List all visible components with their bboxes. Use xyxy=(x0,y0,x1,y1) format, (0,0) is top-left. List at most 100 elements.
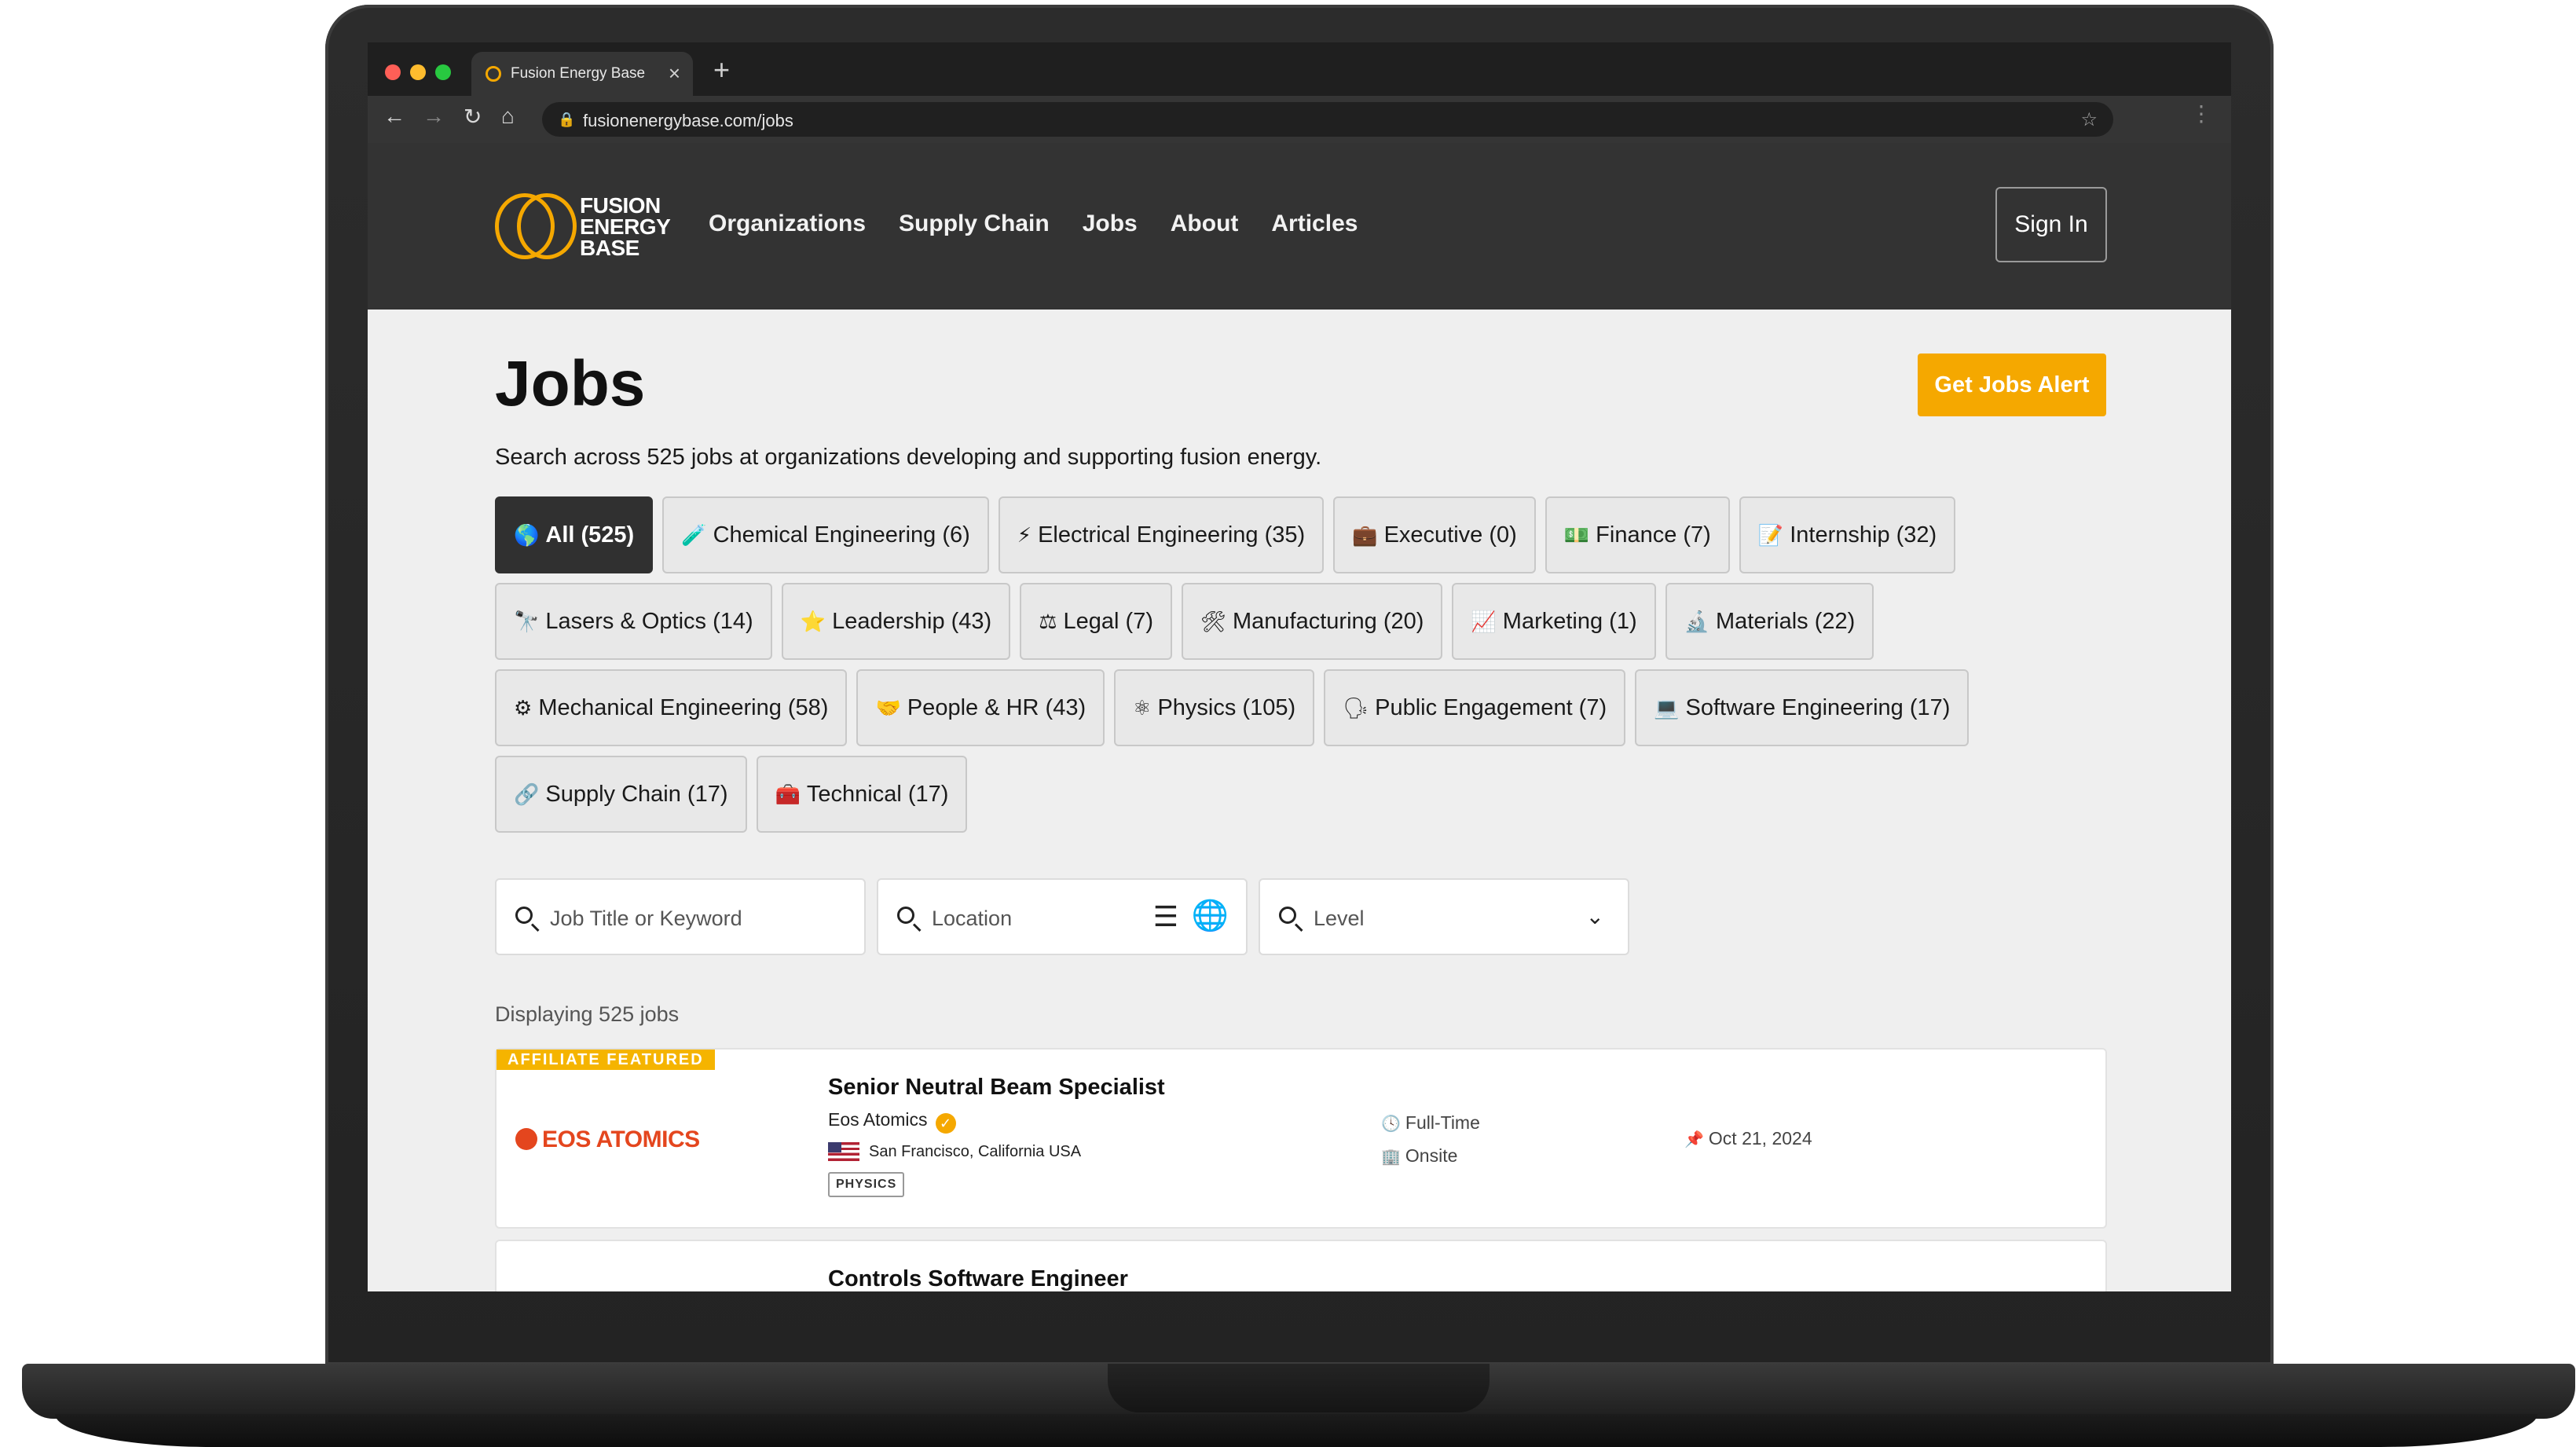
finance-icon: 💵 xyxy=(1563,522,1590,547)
category-chip-executive[interactable]: 💼 Executive (0) xyxy=(1333,496,1536,573)
job-type: 🕓 Full-Time xyxy=(1381,1112,1480,1134)
all-icon: 🌎 xyxy=(514,522,540,547)
category-chip-leadership[interactable]: ⭐ Leadership (43) xyxy=(781,583,1011,660)
logo-text: FUSION ENERGY BASE xyxy=(580,193,671,260)
category-chip-electrical-engineering[interactable]: ⚡ Electrical Engineering (35) xyxy=(998,496,1325,573)
job-title[interactable]: Senior Neutral Beam Specialist xyxy=(828,1075,1165,1101)
category-chip-label: Lasers & Optics (14) xyxy=(545,608,753,634)
category-chip-public-engagement[interactable]: 🗣 Public Engagement (7) xyxy=(1324,669,1626,746)
company-name-text: Eos Atomics xyxy=(828,1109,928,1130)
category-filters: 🌎 All (525) 🧪 Chemical Engineering (6) ⚡ Elec… xyxy=(495,496,2113,842)
results-count: Displaying 525 jobs xyxy=(495,1002,680,1026)
address-bar[interactable]: 🔒 fusionenergybase.com/jobs ☆ xyxy=(542,102,2113,137)
new-tab-icon[interactable]: + xyxy=(713,53,730,86)
category-chip-label: Technical (17) xyxy=(806,781,949,807)
category-chip-label: Software Engineering (17) xyxy=(1685,694,1951,720)
clock-icon: 🕓 xyxy=(1381,1115,1401,1133)
category-chip-materials[interactable]: 🔬 Materials (22) xyxy=(1665,583,1874,660)
browser-tab[interactable]: Fusion Energy Base × xyxy=(471,52,693,96)
category-chip-finance[interactable]: 💵 Finance (7) xyxy=(1545,496,1730,573)
technical-icon: 🧰 xyxy=(775,782,801,806)
category-chip-software-engineering[interactable]: 💻 Software Engineering (17) xyxy=(1635,669,1970,746)
close-window-button[interactable] xyxy=(385,64,401,80)
back-icon[interactable]: ← xyxy=(383,104,405,129)
public-engagement-icon: 🗣 xyxy=(1343,695,1369,720)
category-chip-label: Manufacturing (20) xyxy=(1233,608,1424,634)
nav-about[interactable]: About xyxy=(1171,211,1239,237)
category-chip-lasers-optics[interactable]: 🔭 Lasers & Optics (14) xyxy=(495,583,772,660)
location-search-input[interactable] xyxy=(930,899,1138,938)
tab-close-icon[interactable]: × xyxy=(669,61,680,86)
category-chip-supply-chain[interactable]: 🔗 Supply Chain (17) xyxy=(495,756,747,833)
category-chip-label: Materials (22) xyxy=(1716,608,1856,634)
home-icon[interactable]: ⌂ xyxy=(501,104,515,129)
category-chip-chemical-engineering[interactable]: 🧪 Chemical Engineering (6) xyxy=(662,496,989,573)
featured-ribbon: AFFILIATE FEATURED xyxy=(497,1050,715,1070)
list-view-icon[interactable]: ☰ xyxy=(1153,900,1178,933)
category-chip-label: Legal (7) xyxy=(1063,608,1153,634)
category-row: 🔗 Supply Chain (17) 🧰 Technical (17) xyxy=(495,756,2113,833)
job-mode-text: Onsite xyxy=(1405,1145,1458,1166)
sign-in-button[interactable]: Sign In xyxy=(1995,187,2107,262)
site-logo[interactable]: FUSION ENERGY BASE xyxy=(495,193,683,259)
job-location: San Francisco, California USA xyxy=(828,1142,1081,1161)
category-chip-internship[interactable]: 📝 Internship (32) xyxy=(1739,496,1956,573)
bookmark-star-icon[interactable]: ☆ xyxy=(2080,108,2098,131)
category-tag: PHYSICS xyxy=(828,1172,905,1197)
category-chip-mechanical-engineering[interactable]: ⚙ Mechanical Engineering (58) xyxy=(495,669,848,746)
location-filter[interactable]: ☰ 🌐 xyxy=(877,878,1248,955)
nav-articles[interactable]: Articles xyxy=(1271,211,1358,237)
nav-supply-chain[interactable]: Supply Chain xyxy=(899,211,1050,237)
reload-icon[interactable]: ↻ xyxy=(464,104,482,130)
category-chip-technical[interactable]: 🧰 Technical (17) xyxy=(756,756,968,833)
main-nav: Organizations Supply Chain Jobs About Ar… xyxy=(709,211,1358,237)
level-filter[interactable]: ⌄ xyxy=(1259,878,1629,955)
category-chip-label: Chemical Engineering (6) xyxy=(713,522,970,548)
url-text[interactable]: fusionenergybase.com/jobs xyxy=(583,111,793,131)
maximize-window-button[interactable] xyxy=(435,64,451,80)
get-jobs-alert-button[interactable]: Get Jobs Alert xyxy=(1918,354,2106,416)
internship-icon: 📝 xyxy=(1757,522,1784,547)
electrical-engineering-icon: ⚡ xyxy=(1017,522,1032,547)
search-filters: ☰ 🌐 ⌄ xyxy=(495,878,1629,955)
legal-icon: ⚖ xyxy=(1039,609,1057,633)
level-select[interactable] xyxy=(1312,899,1551,938)
company-name[interactable]: Eos Atomics ✓ xyxy=(828,1109,956,1134)
category-chip-people-hr[interactable]: 🤝 People & HR (43) xyxy=(856,669,1105,746)
category-chip-label: Marketing (1) xyxy=(1502,608,1637,634)
site-header: FUSION ENERGY BASE Organizations Supply … xyxy=(368,143,2231,310)
minimize-window-button[interactable] xyxy=(410,64,426,80)
category-chip-marketing[interactable]: 📈 Marketing (1) xyxy=(1452,583,1656,660)
chevron-down-icon[interactable]: ⌄ xyxy=(1586,903,1604,929)
category-chip-label: Public Engagement (7) xyxy=(1375,694,1607,720)
category-chip-label: Supply Chain (17) xyxy=(545,781,728,807)
logo-ring-icon xyxy=(517,193,577,259)
browser-menu-icon[interactable]: ⋮ xyxy=(2190,101,2212,126)
job-card[interactable]: Controls Software Engineer xyxy=(495,1240,2107,1291)
browser-toolbar: ← → ↻ ⌂ 🔒 fusionenergybase.com/jobs ☆ ⋮ xyxy=(368,96,2231,143)
job-date: 📌 Oct 21, 2024 xyxy=(1684,1128,1812,1149)
keyword-search-input[interactable] xyxy=(548,899,834,938)
laptop-notch xyxy=(1108,1364,1490,1412)
category-chip-all[interactable]: 🌎 All (525) xyxy=(495,496,654,573)
nav-organizations[interactable]: Organizations xyxy=(709,211,866,237)
executive-icon: 💼 xyxy=(1352,522,1378,547)
keyword-filter[interactable] xyxy=(495,878,866,955)
category-chip-legal[interactable]: ⚖ Legal (7) xyxy=(1020,583,1172,660)
job-date-text: Oct 21, 2024 xyxy=(1708,1128,1812,1148)
job-title[interactable]: Controls Software Engineer xyxy=(828,1266,1128,1291)
job-card[interactable]: AFFILIATE FEATURED EOS ATOMICS Senior Ne… xyxy=(495,1048,2107,1229)
us-flag-icon xyxy=(828,1142,859,1161)
category-chip-label: Mechanical Engineering (58) xyxy=(538,694,829,720)
lasers-optics-icon: 🔭 xyxy=(514,609,540,633)
chemical-engineering-icon: 🧪 xyxy=(681,522,707,547)
category-chip-physics[interactable]: ⚛ Physics (105) xyxy=(1114,669,1315,746)
globe-icon[interactable]: 🌐 xyxy=(1192,899,1229,933)
physics-icon: ⚛ xyxy=(1133,695,1152,720)
nav-jobs[interactable]: Jobs xyxy=(1083,211,1138,237)
people-hr-icon: 🤝 xyxy=(875,695,901,720)
category-row: 🔭 Lasers & Optics (14) ⭐ Leadership (43) ⚖ Le… xyxy=(495,583,2113,660)
forward-icon[interactable]: → xyxy=(423,104,445,129)
company-logo[interactable]: EOS ATOMICS xyxy=(515,1126,700,1153)
category-chip-manufacturing[interactable]: 🛠 Manufacturing (20) xyxy=(1182,583,1443,660)
